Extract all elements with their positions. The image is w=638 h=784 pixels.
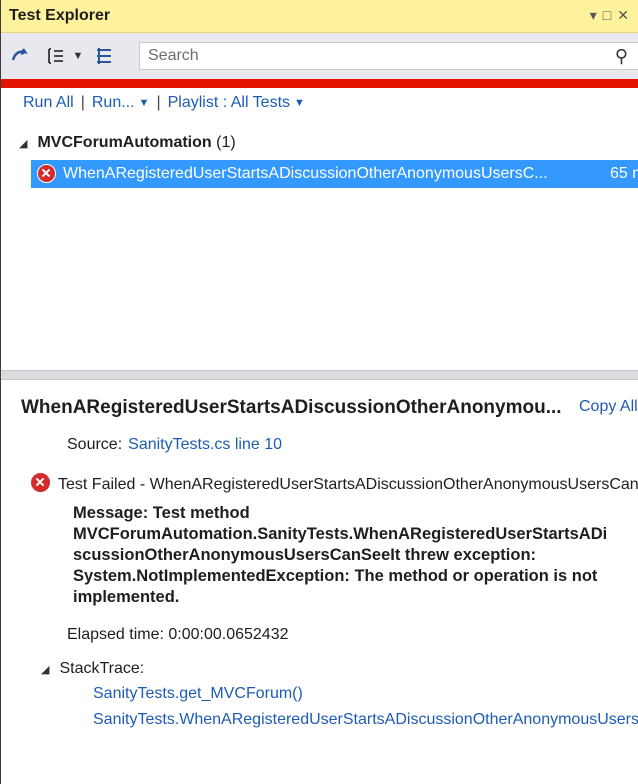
title-bar: Test Explorer ▾□✕	[1, 0, 638, 33]
chevron-down-icon: ▼	[294, 96, 305, 109]
toolbar: ▼ Search ⚲	[1, 33, 638, 79]
window-title: Test Explorer	[9, 7, 111, 24]
group-count: (1)	[216, 134, 236, 151]
group-by-icon[interactable]	[45, 45, 67, 67]
source-line: Source: SanityTests.cs line 10	[67, 436, 282, 453]
playlist-dropdown[interactable]: Playlist : All Tests ▼	[168, 94, 305, 111]
expand-triangle-icon[interactable]: ◢	[19, 138, 27, 150]
detail-title: WhenARegisteredUserStartsADiscussionOthe…	[21, 397, 562, 418]
copy-all-link[interactable]: Copy All	[579, 398, 638, 416]
run-all-link[interactable]: Run All	[23, 94, 74, 111]
stack-frame-link[interactable]: SanityTests.get_MVCForum()	[93, 685, 303, 703]
run-dropdown[interactable]: Run... ▼	[92, 94, 150, 111]
search-icon[interactable]: ⚲	[615, 46, 628, 67]
window-controls: ▾□✕	[590, 7, 635, 24]
chevron-down-icon: ▼	[138, 96, 150, 109]
test-failed-line: Test Failed - WhenARegisteredUserStartsA…	[31, 473, 638, 494]
pane-splitter[interactable]	[1, 370, 638, 380]
test-name: WhenARegisteredUserStartsADiscussionOthe…	[63, 165, 548, 182]
expand-triangle-icon[interactable]: ◢	[41, 664, 49, 676]
dropdown-icon[interactable]: ▾	[590, 7, 603, 23]
stack-frame-link[interactable]: SanityTests.WhenARegisteredUserStartsADi…	[93, 711, 638, 729]
command-bar: Run All | Run... ▼ | Playlist : All Tests ▼	[23, 94, 305, 111]
test-explorer-window: Test Explorer ▾□✕ ▼ Search ⚲ Run All | Run…	[0, 0, 638, 784]
error-icon	[31, 473, 50, 492]
playlist-icon[interactable]	[93, 45, 115, 67]
stacktrace-header[interactable]: ◢ StackTrace:	[41, 660, 144, 678]
test-duration: 65 ms	[610, 165, 638, 182]
fail-status-bar	[1, 79, 638, 88]
error-message: Message: Test method MVCForumAutomation.…	[73, 504, 608, 606]
error-icon	[37, 164, 56, 188]
close-icon[interactable]: ✕	[617, 7, 635, 23]
refresh-icon[interactable]	[9, 45, 31, 67]
group-name: MVCForumAutomation	[37, 134, 212, 151]
source-link[interactable]: SanityTests.cs line 10	[128, 436, 282, 453]
search-box[interactable]: Search ⚲	[139, 42, 638, 70]
failed-text: Test Failed - WhenARegisteredUserStartsA…	[58, 476, 638, 493]
test-row-selected[interactable]: WhenARegisteredUserStartsADiscussionOthe…	[31, 160, 638, 188]
maximize-icon[interactable]: □	[603, 7, 617, 23]
search-input[interactable]: Search	[148, 47, 199, 65]
test-group[interactable]: ◢ MVCForumAutomation (1)	[19, 134, 236, 152]
elapsed-time: Elapsed time: 0:00:00.0652432	[67, 626, 289, 643]
group-by-dropdown-icon[interactable]: ▼	[67, 45, 89, 67]
